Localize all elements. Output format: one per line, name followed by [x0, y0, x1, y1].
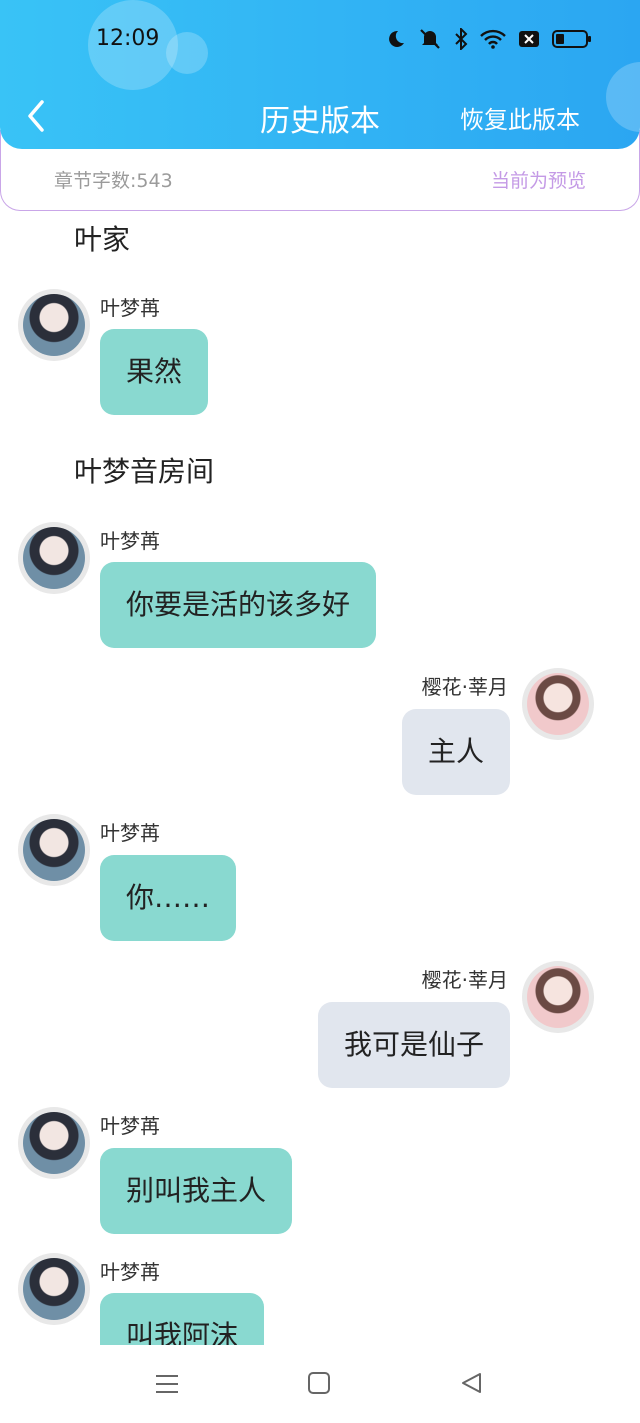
- bluetooth-icon: [454, 28, 468, 50]
- word-count: 章节字数:543: [54, 170, 173, 192]
- speaker-name: 樱花·莘月: [421, 968, 508, 992]
- chat-bubble[interactable]: 叫我阿沫: [100, 1293, 265, 1345]
- system-nav-bar: [0, 1345, 640, 1423]
- speaker-name: 叶梦苒: [100, 296, 160, 320]
- scene-title: 叶梦音房间: [74, 455, 215, 488]
- speaker-name: 叶梦苒: [100, 529, 160, 553]
- avatar[interactable]: [522, 668, 594, 740]
- speaker-name: 叶梦苒: [100, 1260, 160, 1284]
- sim-off-icon: [518, 30, 540, 48]
- header-decoration: [166, 32, 208, 74]
- avatar[interactable]: [18, 814, 90, 886]
- avatar[interactable]: [18, 522, 90, 594]
- speaker-name: 樱花·莘月: [421, 675, 508, 699]
- chat-content[interactable]: 叶家 叶梦苒 果然 叶梦音房间 叶梦苒 你要是活的该多好 樱花·莘月 主人 叶梦…: [0, 212, 640, 1345]
- chat-bubble[interactable]: 别叫我主人: [100, 1148, 293, 1234]
- app-header: 12:09 历史版本 恢复此版本: [0, 0, 640, 149]
- back-triangle-icon[interactable]: [460, 1371, 484, 1399]
- avatar[interactable]: [18, 289, 90, 361]
- status-time: 12:09: [96, 26, 160, 51]
- battery-icon: [552, 29, 592, 49]
- moon-icon: [386, 29, 406, 49]
- home-square-icon[interactable]: [307, 1371, 331, 1399]
- menu-icon[interactable]: [154, 1371, 180, 1401]
- chat-bubble[interactable]: 我可是仙子: [317, 1002, 510, 1088]
- avatar[interactable]: [18, 1107, 90, 1179]
- speaker-name: 叶梦苒: [100, 821, 160, 845]
- speaker-name: 叶梦苒: [100, 1114, 160, 1138]
- chat-bubble[interactable]: 主人: [401, 709, 510, 795]
- status-icons: [386, 28, 592, 50]
- chat-bubble[interactable]: 你要是活的该多好: [100, 562, 377, 648]
- preview-label: 当前为预览: [490, 170, 586, 192]
- avatar[interactable]: [18, 1253, 90, 1325]
- scene-title: 叶家: [74, 223, 131, 256]
- bell-off-icon: [418, 28, 442, 50]
- wifi-icon: [480, 29, 506, 49]
- avatar[interactable]: [522, 961, 594, 1033]
- chat-bubble[interactable]: 你……: [100, 855, 237, 941]
- restore-version-button[interactable]: 恢复此版本: [460, 100, 580, 135]
- chat-bubble[interactable]: 果然: [100, 329, 209, 415]
